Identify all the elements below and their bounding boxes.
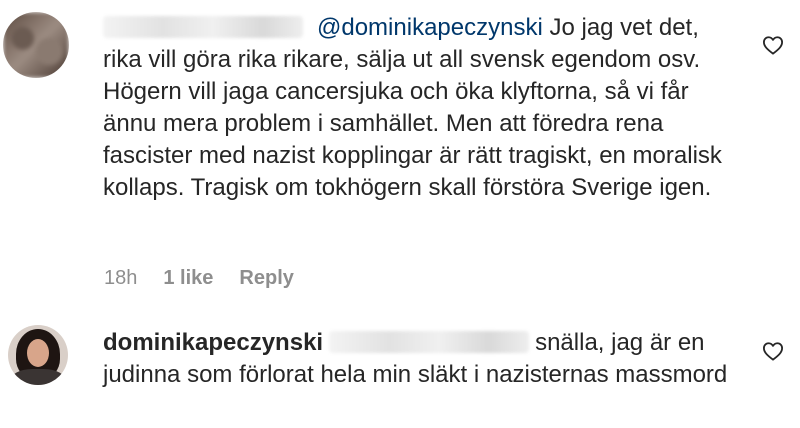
comment-meta: 18h 1 like Reply [104,267,294,290]
username-link[interactable]: dominikapeczynski [103,329,323,356]
comment-text: dominikapeczynski snälla, jag är en judin… [103,327,735,391]
redacted-mention [329,331,530,353]
comment-text: @dominikapeczynski Jo jag vet det, rika … [103,12,735,204]
comment-body: Jo jag vet det, rika vill göra rika rika… [103,14,722,201]
likes-count[interactable]: 1 like [163,267,213,290]
mention-link[interactable]: @dominikapeczynski [317,14,543,41]
profile-photo [8,325,68,385]
reply-button[interactable]: Reply [239,267,293,290]
redacted-username [103,16,303,38]
comment-2: dominikapeczynski snälla, jag är en judin… [0,305,800,428]
heart-outline-icon[interactable] [762,341,784,361]
timestamp[interactable]: 18h [104,267,137,290]
comment-1: @dominikapeczynski Jo jag vet det, rika … [0,0,800,305]
blurred-avatar-image [3,12,69,78]
avatar[interactable] [8,325,68,385]
heart-outline-icon[interactable] [762,35,784,55]
avatar[interactable] [3,12,69,78]
